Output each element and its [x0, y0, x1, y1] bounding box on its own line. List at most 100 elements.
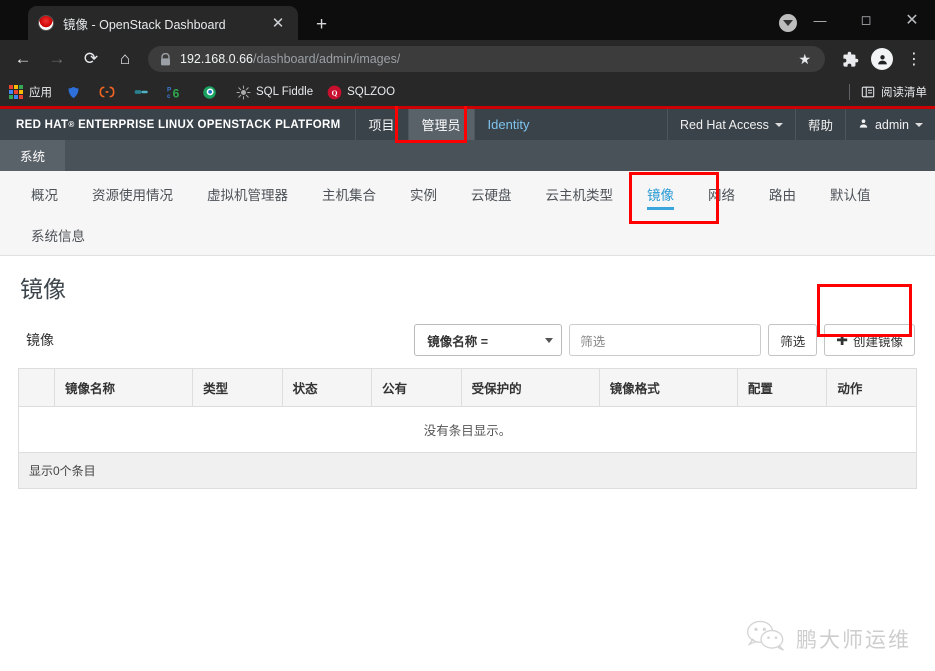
bookmark-p6[interactable]: P c 6: [167, 84, 188, 100]
create-image-button[interactable]: ✚ 创建镜像: [824, 324, 915, 356]
window-minimize-button[interactable]: —: [797, 13, 843, 28]
bookmarks-divider: [849, 84, 850, 100]
table-empty-row: 没有条目显示。: [18, 406, 917, 453]
header-nav-right: Red Hat Access 帮助 admin: [667, 109, 935, 140]
header-nav: 项目 管理员 Identity: [354, 109, 543, 140]
browser-tab[interactable]: 镜像 - OpenStack Dashboard ✕: [28, 6, 298, 40]
admin-tabs: 概况 资源使用情况 虚拟机管理器 主机集合 实例 云硬盘 云主机类型 镜像 网络…: [0, 171, 935, 256]
tab-instances[interactable]: 实例: [393, 173, 454, 214]
bookmark-star-icon[interactable]: ★: [798, 51, 821, 68]
table-footer-count: 显示0个条目: [18, 452, 917, 489]
table-footer-row: 显示0个条目: [18, 452, 917, 489]
tab-networks[interactable]: 网络: [691, 173, 752, 214]
table-header-row: 镜像名称 类型 状态 公有 受保护的 镜像格式 配置 动作: [18, 368, 917, 407]
breadcrumb[interactable]: 系统: [0, 140, 66, 171]
panel-toolbar: 镜像名称 = 筛选 筛选 ✚ 创建镜像: [414, 324, 915, 356]
window-maximize-button[interactable]: ◻: [843, 12, 889, 28]
bookmark-sql-fiddle[interactable]: SQL Fiddle: [235, 84, 313, 100]
column-type[interactable]: 类型: [192, 368, 283, 407]
bookmark-apps[interactable]: 应用: [8, 84, 52, 100]
bookmark-label: 应用: [29, 87, 52, 99]
window-controls: — ◻ ✕: [797, 0, 935, 40]
bookmark-orange-brackets[interactable]: [99, 84, 120, 100]
plus-icon: ✚: [836, 331, 848, 348]
filter-input-placeholder: 筛选: [580, 334, 606, 349]
profile-avatar-icon[interactable]: [867, 44, 897, 74]
tab-overview[interactable]: 概况: [14, 173, 75, 214]
column-actions: 动作: [826, 368, 917, 407]
tab-volumes[interactable]: 云硬盘: [454, 173, 529, 214]
new-tab-button[interactable]: +: [316, 15, 327, 34]
bookmark-teal-link[interactable]: [133, 84, 154, 100]
browser-tabstrip: 镜像 - OpenStack Dashboard ✕ + — ◻ ✕: [0, 0, 935, 40]
nav-item-admin[interactable]: 管理员: [407, 109, 474, 140]
filter-button[interactable]: 筛选: [768, 324, 818, 356]
extensions-icon[interactable]: [835, 44, 865, 74]
table-empty-message: 没有条目显示。: [18, 406, 917, 453]
tab-title: 镜像 - OpenStack Dashboard: [63, 17, 226, 32]
nav-item-help[interactable]: 帮助: [794, 109, 845, 140]
tab-defaults[interactable]: 默认值: [813, 173, 888, 214]
bookmark-sqlzoo[interactable]: Q SQLZOO: [326, 84, 395, 100]
column-config[interactable]: 配置: [737, 368, 828, 407]
back-icon[interactable]: ←: [8, 44, 38, 74]
redhat-access-label: Red Hat Access: [680, 117, 769, 132]
filter-input[interactable]: 筛选: [569, 324, 762, 356]
nav-item-project[interactable]: 项目: [354, 109, 408, 140]
nav-item-identity[interactable]: Identity: [473, 109, 543, 140]
brand-registered-icon: ®: [68, 120, 75, 129]
address-bar[interactable]: 192.168.0.66/dashboard/admin/images/ ★: [148, 46, 825, 72]
tab-favicon-icon: [38, 15, 54, 31]
tab-images[interactable]: 镜像: [630, 173, 691, 214]
reading-list-button[interactable]: 阅读清单: [839, 84, 927, 100]
brand-product-text: ENTERPRISE LINUX OPENSTACK PLATFORM: [78, 118, 341, 131]
caret-down-icon: [783, 20, 793, 26]
nav-item-redhat-access[interactable]: Red Hat Access: [667, 109, 795, 140]
tab-hypervisors[interactable]: 虚拟机管理器: [190, 173, 305, 214]
svg-text:6: 6: [173, 86, 180, 100]
apps-grid-icon: [8, 84, 24, 100]
bookmark-blue-shield[interactable]: [65, 84, 86, 100]
svg-text:c: c: [167, 93, 171, 100]
lock-icon: [160, 52, 171, 66]
tab-resource-usage[interactable]: 资源使用情况: [75, 173, 190, 214]
bookmark-label: SQL Fiddle: [256, 86, 314, 98]
chevron-down-icon: [774, 122, 783, 127]
column-public[interactable]: 公有: [371, 368, 462, 407]
watermark: 鹏大师运维: [746, 620, 911, 657]
filter-field-select[interactable]: 镜像名称 =: [414, 324, 563, 356]
tab-flavors[interactable]: 云主机类型: [529, 173, 631, 214]
browser-window: 镜像 - OpenStack Dashboard ✕ + — ◻ ✕ ← → ⟳…: [0, 0, 935, 106]
page-content: RED HAT ® ENTERPRISE LINUX OPENSTACK PLAT…: [0, 106, 935, 671]
nav-item-user[interactable]: admin: [844, 109, 935, 140]
download-indicator-icon[interactable]: [779, 14, 797, 32]
tab-close-icon[interactable]: ✕: [268, 16, 288, 31]
column-format[interactable]: 镜像格式: [599, 368, 738, 407]
browser-menu-icon[interactable]: ⋮: [899, 44, 929, 74]
orange-brackets-icon: [99, 84, 115, 100]
watermark-text: 鹏大师运维: [796, 627, 911, 652]
openstack-header: RED HAT ® ENTERPRISE LINUX OPENSTACK PLAT…: [0, 106, 935, 140]
tab-host-aggregates[interactable]: 主机集合: [305, 173, 393, 214]
forward-icon[interactable]: →: [42, 44, 72, 74]
teal-link-icon: [133, 84, 149, 100]
home-icon[interactable]: ⌂: [110, 44, 140, 74]
user-label: admin: [874, 117, 909, 132]
window-close-button[interactable]: ✕: [889, 10, 935, 30]
tab-system-info[interactable]: 系统信息: [14, 214, 102, 255]
column-image-name[interactable]: 镜像名称: [54, 368, 194, 407]
reload-icon[interactable]: ⟳: [76, 44, 106, 74]
bookmark-green-eye[interactable]: [201, 84, 222, 100]
bookmark-label: SQLZOO: [347, 86, 396, 98]
chevron-down-icon: [915, 122, 923, 127]
column-protected[interactable]: 受保护的: [461, 368, 600, 407]
svg-text:Q: Q: [331, 88, 337, 97]
tab-routers[interactable]: 路由: [752, 173, 813, 214]
gray-burst-icon: [235, 84, 251, 100]
images-panel: 镜像 镜像名称 = 筛选 筛选 ✚ 创建镜像 镜像名称 类型 状态 公有 受保护…: [0, 310, 935, 489]
green-eye-icon: [201, 84, 217, 100]
brand-redhat-text: RED HAT: [16, 118, 69, 131]
panel-header: 镜像 镜像名称 = 筛选 筛选 ✚ 创建镜像: [18, 310, 917, 368]
column-status[interactable]: 状态: [282, 368, 373, 407]
column-select-all[interactable]: [18, 368, 55, 407]
